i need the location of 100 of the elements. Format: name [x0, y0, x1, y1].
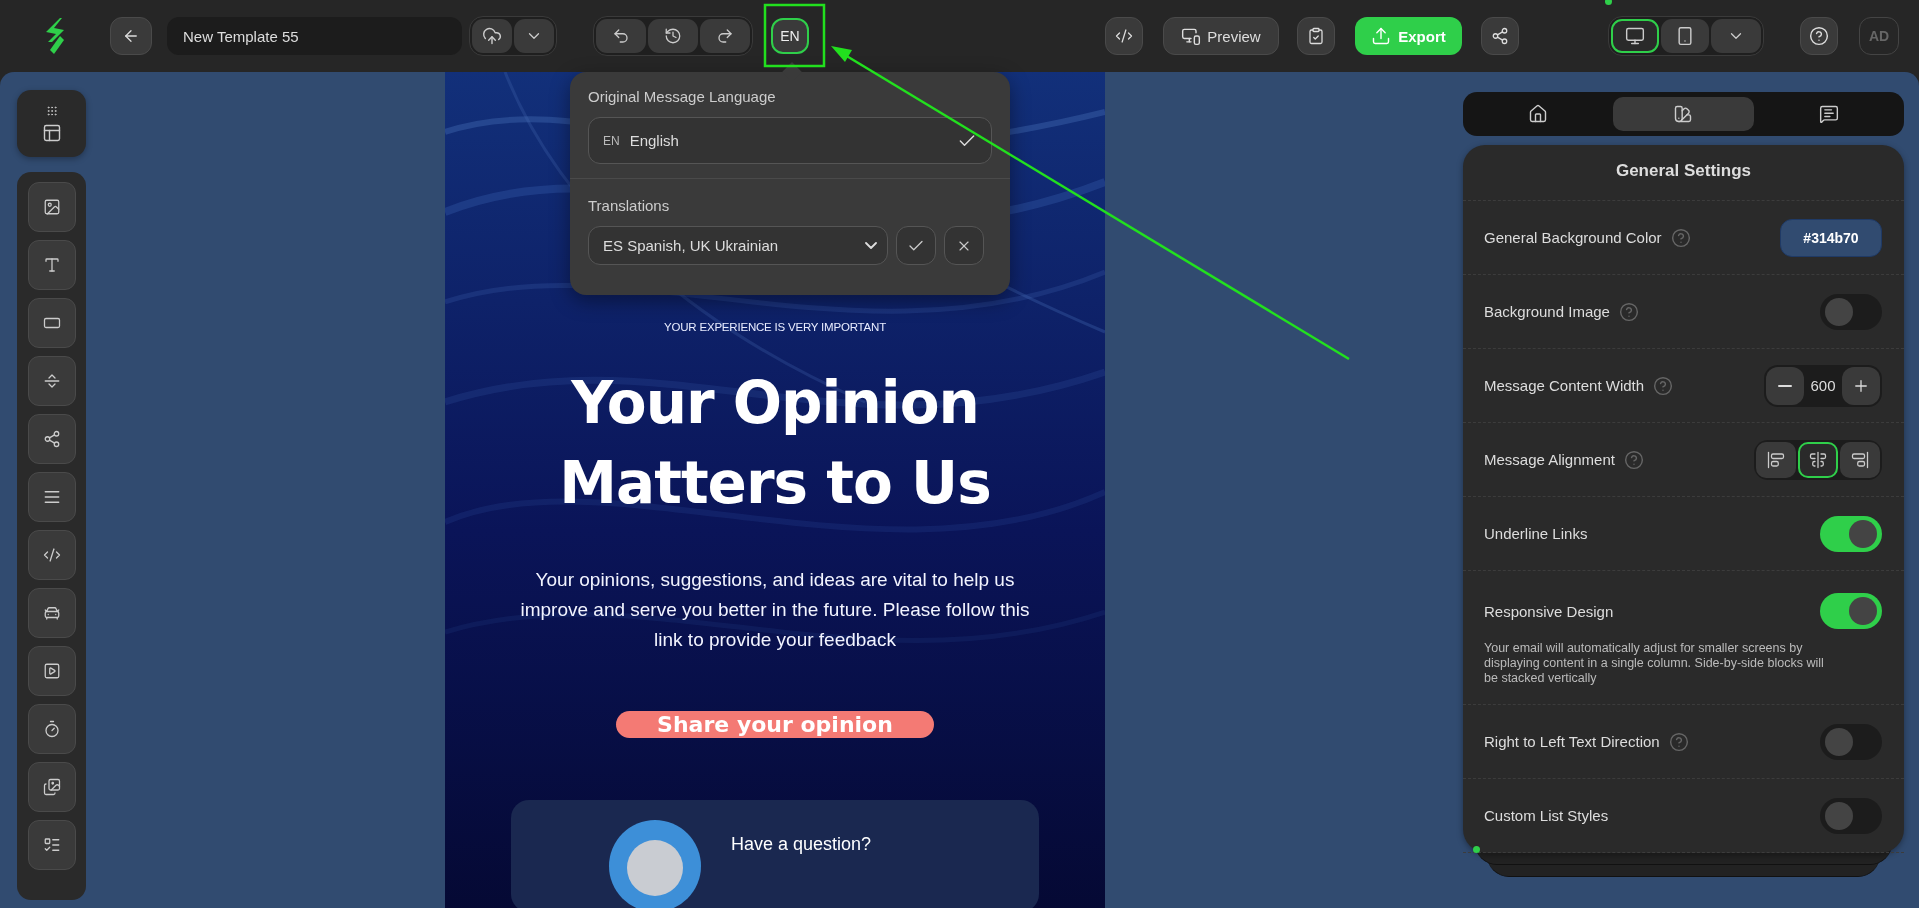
phone-icon	[1675, 26, 1695, 46]
swatch-icon	[1673, 104, 1694, 124]
help-icon	[1668, 731, 1689, 752]
cloud-upload-icon	[482, 26, 502, 46]
setting-label: Message Alignment	[1484, 451, 1615, 468]
block-tool-button[interactable]	[28, 298, 76, 348]
setting-label: Background Image	[1484, 303, 1610, 320]
history-icon	[664, 27, 682, 45]
language-name: English	[629, 132, 680, 149]
increase-button[interactable]	[1842, 366, 1880, 405]
status-dot	[1473, 846, 1480, 853]
align-icon	[1767, 450, 1785, 469]
panel-title: General Settings	[1615, 161, 1752, 180]
minus-icon	[1778, 384, 1792, 387]
block-tool-button[interactable]	[28, 182, 76, 232]
contact-title: Have a question?	[731, 834, 872, 855]
align-button[interactable]	[1756, 441, 1796, 478]
help-icon	[1618, 301, 1639, 322]
device-button[interactable]	[1611, 19, 1659, 53]
clipboard-check-icon	[1307, 27, 1325, 45]
translations-select[interactable]: ES Spanish, UK Ukrainian	[588, 226, 888, 265]
help-icon	[1653, 375, 1674, 396]
cancel-button[interactable]	[944, 226, 984, 265]
section-label: Translations	[588, 197, 671, 214]
help-icon	[1623, 449, 1644, 470]
upload-icon	[1371, 26, 1392, 46]
color-swatch-button[interactable]: #314b70	[1780, 218, 1882, 257]
block-tool-button[interactable]	[28, 820, 76, 870]
width-value: 600	[1809, 377, 1837, 394]
status-dot	[1605, 0, 1612, 5]
template-name-field[interactable]: New Template 55	[167, 17, 462, 55]
panel-tab[interactable]	[1613, 97, 1754, 131]
language-code: EN	[603, 133, 620, 148]
clipboard-button[interactable]	[1297, 17, 1335, 55]
save-cloud-button[interactable]	[472, 19, 512, 53]
block-tool-button[interactable]	[28, 704, 76, 754]
undo-button[interactable]	[596, 19, 646, 53]
code-button[interactable]	[1105, 17, 1143, 55]
setting-label: General Background Color	[1484, 229, 1662, 246]
section-label: Original Message Language	[588, 88, 777, 105]
block-tool-button[interactable]	[28, 356, 76, 406]
block-tool-button[interactable]	[28, 762, 76, 812]
house-icon	[1528, 104, 1549, 124]
align-button[interactable]	[1840, 441, 1880, 478]
layout-card[interactable]	[17, 90, 86, 157]
monitor-icon	[1625, 26, 1645, 46]
message-icon	[1818, 104, 1839, 124]
help-icon	[1809, 26, 1829, 46]
code-icon	[43, 546, 61, 564]
drag-handle-icon	[45, 104, 58, 117]
preview-button[interactable]: Preview	[1163, 17, 1279, 55]
block-tool-button[interactable]	[28, 646, 76, 696]
setting-label: Responsive Design	[1484, 602, 1614, 620]
eyebrow-text: YOUR EXPERIENCE IS VERY IMPORTANT	[664, 321, 886, 333]
setting-label: Right to Left Text Direction	[1484, 733, 1660, 750]
back-button[interactable]	[110, 17, 152, 55]
toggle-switch[interactable]	[1820, 293, 1882, 330]
device-button[interactable]	[1661, 19, 1709, 53]
block-tool-button[interactable]	[28, 472, 76, 522]
block-tool-button[interactable]	[28, 588, 76, 638]
toggle-switch[interactable]	[1820, 593, 1882, 629]
video-icon	[43, 662, 61, 680]
align-icon	[1809, 450, 1827, 469]
undo-icon	[612, 27, 630, 45]
layout-icon	[41, 122, 62, 143]
toggle-switch[interactable]	[1820, 723, 1882, 760]
toggle-switch[interactable]	[1820, 797, 1882, 834]
devices-icon	[1181, 26, 1202, 46]
language-button[interactable]: EN	[771, 18, 809, 54]
setting-description: Your email will automatically adjust for smaller screens by displaying content in a single column. Side-by-side blocks will be stacked vertically	[1484, 641, 1825, 687]
align-button[interactable]	[1798, 441, 1838, 478]
share-icon	[43, 430, 61, 448]
email-heading: Your Opinion Matters to Us	[559, 368, 991, 519]
block-tool-button[interactable]	[28, 240, 76, 290]
history-button[interactable]	[648, 19, 698, 53]
setting-label: Underline Links	[1484, 525, 1588, 542]
checklist-icon	[43, 836, 61, 854]
caret-icon	[865, 242, 877, 249]
share-icon	[1491, 27, 1509, 45]
email-body-text: Your opinions, suggestions, and ideas are vital to help us improve and serve you better in the future. Please follow this link to provide your feedback	[519, 568, 1031, 652]
toggle-switch[interactable]	[1820, 515, 1882, 552]
block-tool-button[interactable]	[28, 414, 76, 464]
code-icon	[1115, 27, 1133, 45]
image-icon	[43, 198, 61, 216]
help-icon	[1670, 227, 1691, 248]
align-icon	[1851, 450, 1869, 469]
spacer-icon	[43, 372, 61, 390]
lines-icon	[43, 488, 61, 506]
help-button[interactable]	[1800, 17, 1838, 55]
setting-label: Custom List Styles	[1484, 807, 1609, 824]
share-button[interactable]	[1481, 17, 1519, 55]
original-language-field[interactable]: EN English	[588, 117, 992, 164]
text-icon	[43, 256, 61, 274]
highlight-box	[763, 3, 826, 68]
setting-label: Message Content Width	[1484, 377, 1645, 394]
redo-button[interactable]	[700, 19, 750, 53]
gallery-icon	[43, 778, 61, 796]
timer-icon	[43, 720, 61, 738]
redo-icon	[716, 27, 734, 45]
car-icon	[43, 604, 61, 622]
